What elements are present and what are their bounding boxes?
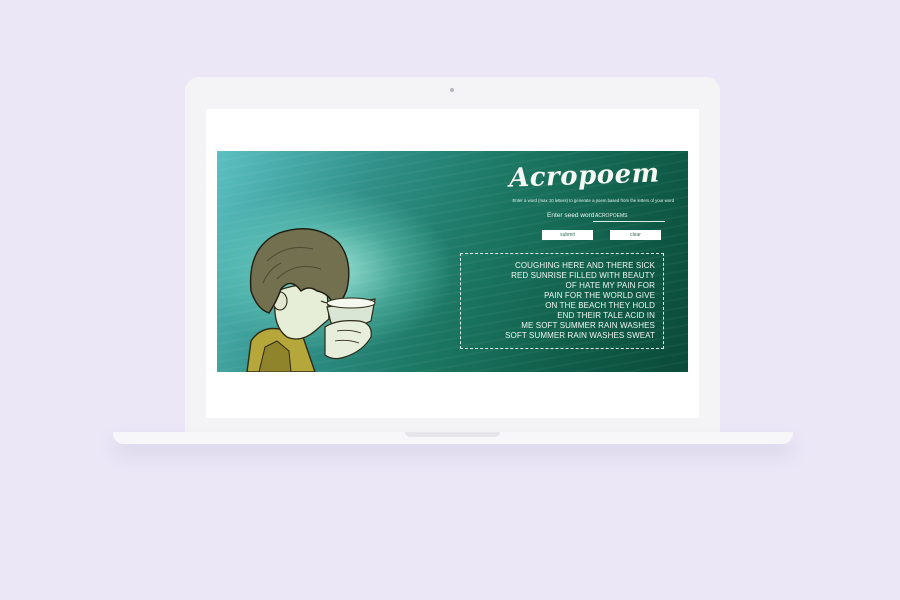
app-hero: Acropoem Enter a word (max 10 letters) t… bbox=[217, 151, 688, 372]
clear-button[interactable]: clear bbox=[610, 230, 661, 240]
poem-line: COUGHING HERE AND THERE SICK bbox=[514, 261, 655, 270]
poem-line: RED SUNRISE FILLED WITH BEAUTY bbox=[511, 271, 655, 280]
submit-button[interactable]: submit bbox=[542, 230, 593, 240]
laptop-screen: Acropoem Enter a word (max 10 letters) t… bbox=[206, 109, 699, 418]
poem-line: SOFT SUMMER RAIN WASHES SWEAT bbox=[505, 331, 655, 340]
app-title: Acropoem bbox=[508, 158, 661, 194]
seed-word-input[interactable] bbox=[593, 211, 665, 222]
camera-icon bbox=[450, 88, 454, 92]
poem-line: OF HATE MY PAIN FOR bbox=[565, 281, 655, 290]
character-illustration bbox=[246, 228, 376, 372]
poem-lines: COUGHING HERE AND THERE SICK RED SUNRISE… bbox=[505, 261, 655, 341]
poem-line: ME SOFT SUMMER RAIN WASHES bbox=[521, 321, 655, 330]
poem-output-box: COUGHING HERE AND THERE SICK RED SUNRISE… bbox=[460, 253, 664, 349]
poem-line: END THEIR TALE ACID IN bbox=[557, 311, 655, 320]
poem-line: ON THE BEACH THEY HOLD bbox=[545, 301, 655, 310]
seed-word-label: Enter seed word : bbox=[547, 212, 598, 219]
character-hands bbox=[324, 320, 372, 360]
poem-line: PAIN FOR THE WORLD GIVE bbox=[544, 291, 655, 300]
laptop-base-notch bbox=[405, 432, 500, 437]
instructions-text: Enter a word (max 10 letters) to generat… bbox=[512, 198, 674, 203]
